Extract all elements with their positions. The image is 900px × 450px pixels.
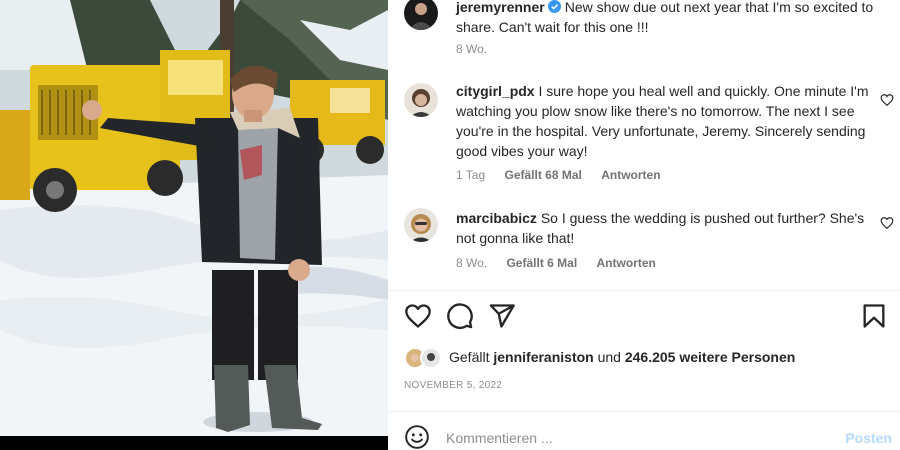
liker-username[interactable]: jenniferaniston (493, 349, 593, 365)
emoji-icon[interactable] (404, 424, 430, 450)
commenter-username[interactable]: marcibabicz (456, 210, 537, 226)
heart-icon[interactable] (404, 302, 432, 330)
caption-text: jeremyrenner New show due out next year t… (456, 0, 876, 37)
section-divider (388, 290, 900, 291)
share-icon[interactable] (488, 302, 516, 330)
liker-avatars (404, 346, 446, 370)
comment-meta: 8 Wo. Gefällt 6 Mal Antworten (456, 256, 672, 270)
verified-badge-icon (547, 0, 561, 13)
comment-meta: 1 Tag Gefällt 68 Mal Antworten (456, 168, 677, 182)
likes-others-count[interactable]: 246.205 weitere Personen (625, 349, 795, 365)
comment-likes-count[interactable]: Gefällt 68 Mal (504, 168, 581, 182)
section-divider (388, 411, 900, 412)
comment-item: citygirl_pdx I sure hope you heal well a… (404, 83, 894, 183)
comment-text: citygirl_pdx I sure hope you heal well a… (456, 81, 876, 161)
likes-prefix: Gefällt (449, 349, 490, 365)
comment-input[interactable] (446, 428, 826, 448)
comment-age: 8 Wo. (456, 256, 488, 270)
likes-text[interactable]: Gefällt jenniferaniston und 246.205 weit… (449, 349, 795, 365)
post-details-panel: jeremyrenner New show due out next year t… (388, 0, 900, 450)
post-date[interactable]: NOVEMBER 5, 2022 (404, 380, 502, 391)
liker-avatar[interactable] (420, 347, 442, 369)
post-caption: jeremyrenner New show due out next year t… (404, 0, 894, 56)
comment-like-heart-icon[interactable] (880, 93, 894, 107)
comment-age: 1 Tag (456, 168, 486, 182)
comment-icon[interactable] (446, 302, 474, 330)
comment-like-heart-icon[interactable] (880, 216, 894, 230)
comment-text: marcibabicz So I guess the wedding is pu… (456, 208, 876, 248)
reply-button[interactable]: Antworten (601, 168, 660, 182)
post-action-bar (404, 302, 888, 332)
reply-button[interactable]: Antworten (597, 256, 656, 270)
post-comment-button[interactable]: Posten (845, 430, 892, 446)
bookmark-icon[interactable] (860, 302, 888, 330)
post-image (0, 0, 388, 450)
comment-item: marcibabicz So I guess the wedding is pu… (404, 208, 894, 272)
commenter-avatar[interactable] (404, 208, 438, 242)
commenter-avatar[interactable] (404, 83, 438, 117)
author-avatar[interactable] (404, 0, 438, 30)
author-username[interactable]: jeremyrenner (456, 0, 545, 15)
likes-joiner: und (597, 349, 621, 365)
post-photo (0, 0, 388, 450)
commenter-username[interactable]: citygirl_pdx (456, 83, 535, 99)
comment-likes-count[interactable]: Gefällt 6 Mal (506, 256, 577, 270)
add-comment-bar: Posten (404, 424, 892, 450)
caption-age: 8 Wo. (456, 42, 488, 56)
caption-meta: 8 Wo. (456, 42, 503, 56)
